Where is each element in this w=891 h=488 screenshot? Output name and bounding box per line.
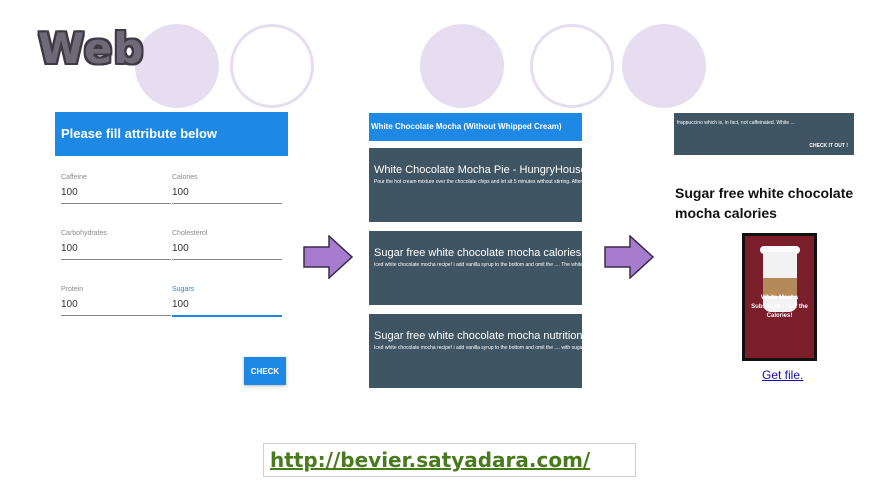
- field-value: 100: [172, 299, 189, 310]
- field-value: 100: [172, 243, 189, 254]
- arrow-right-icon: [303, 235, 353, 279]
- result-snippet: Iced white chocolate mocha recipe! i add…: [374, 345, 582, 351]
- field-label: Sugars: [172, 286, 195, 293]
- cholesterol-field[interactable]: Cholesterol 100: [172, 230, 282, 260]
- results-header: White Chocolate Mocha (Without Whipped C…: [369, 113, 582, 141]
- result-title: Sugar free white chocolate mocha calorie…: [374, 247, 582, 259]
- url-box: http://bevier.satyadara.com/: [263, 443, 636, 477]
- photo-caption: White Mocha Substitute - Half the Calori…: [751, 295, 808, 319]
- arrow-right-icon: [604, 235, 654, 279]
- field-label: Cholesterol: [172, 230, 208, 237]
- field-label: Calories: [172, 174, 198, 181]
- field-value: 100: [61, 243, 78, 254]
- decor-circle: [530, 24, 614, 108]
- field-label: Protein: [61, 286, 84, 293]
- decor-circle: [135, 24, 219, 108]
- field-value: 100: [61, 187, 78, 198]
- protein-field[interactable]: Protein 100: [61, 286, 171, 316]
- field-label: Caffeine: [61, 174, 87, 181]
- attribute-form: Please fill attribute below Caffeine 100…: [55, 112, 288, 392]
- decor-circle: [230, 24, 314, 108]
- check-button[interactable]: CHECK: [244, 357, 286, 385]
- top-snippet: frappuccino which is, in fact, not caffe…: [677, 120, 795, 126]
- top-result-card: frappuccino which is, in fact, not caffe…: [674, 113, 854, 155]
- result-card[interactable]: Sugar free white chocolate mocha calorie…: [369, 231, 582, 305]
- calories-field[interactable]: Calories 100: [172, 174, 282, 204]
- field-value: 100: [172, 187, 189, 198]
- drink-photo: White Mocha Substitute - Half the Calori…: [742, 233, 817, 361]
- result-card[interactable]: White Chocolate Mocha Pie - HungryHousew…: [369, 148, 582, 222]
- caffeine-field[interactable]: Caffeine 100: [61, 174, 171, 204]
- carbohydrates-field[interactable]: Carbohydrates 100: [61, 230, 171, 260]
- result-card[interactable]: Sugar free white chocolate mocha nutriti…: [369, 314, 582, 388]
- result-snippet: Pour the hot cream mixture over the choc…: [374, 179, 582, 185]
- sugars-field[interactable]: Sugars 100: [172, 286, 282, 317]
- field-value: 100: [61, 299, 78, 310]
- get-file-link[interactable]: Get file.: [762, 368, 803, 382]
- form-header: Please fill attribute below: [55, 112, 288, 156]
- field-label: Carbohydrates: [61, 230, 107, 237]
- decor-circle: [420, 24, 504, 108]
- result-title: Sugar free white chocolate mocha nutriti…: [374, 330, 582, 342]
- decor-circle: [622, 24, 706, 108]
- result-snippet: Iced white chocolate mocha recipe! i add…: [374, 262, 582, 268]
- site-url-link[interactable]: http://bevier.satyadara.com/: [270, 448, 590, 472]
- result-title: White Chocolate Mocha Pie - HungryHousew…: [374, 164, 582, 176]
- check-it-out-link[interactable]: CHECK IT OUT !: [809, 143, 848, 149]
- slide-title: Web: [38, 24, 145, 73]
- detail-title: Sugar free white chocolate mocha calorie…: [675, 185, 854, 221]
